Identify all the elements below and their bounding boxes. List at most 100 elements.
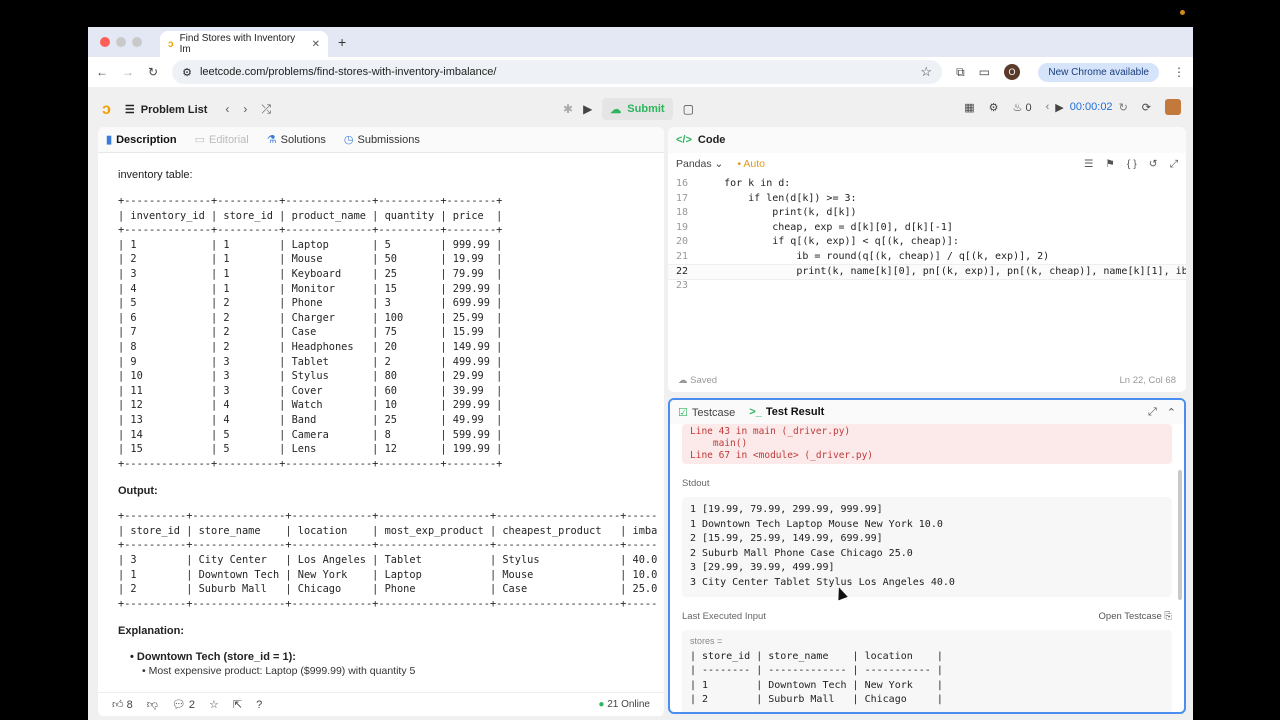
format-icon[interactable]: ☰ (1084, 158, 1093, 171)
timer-prev-icon[interactable]: ‹ (1046, 101, 1050, 113)
auto-mode[interactable]: • Auto (737, 158, 765, 170)
reload-icon[interactable]: ↻ (148, 65, 158, 79)
cursor-position: Ln 22, Col 68 (1119, 374, 1176, 386)
code-line[interactable]: 22 print(k, name[k][0], pn[(k, exp)], pn… (668, 263, 1186, 281)
code-text: if len(d[k]) >= 3: (700, 192, 857, 204)
online-count-label: 21 Online (607, 699, 650, 710)
checkbox-icon: ☑ (678, 406, 688, 419)
open-testcase-label: Open Testcase (1098, 610, 1162, 622)
tab-solutions[interactable]: ⚗ Solutions (267, 133, 326, 146)
points-count: 0 (1025, 101, 1032, 114)
code-panel: </> Code Pandas ⌄ • Auto ☰ ⚑ { } ↺ ⤢ 16 … (668, 127, 1186, 392)
back-icon[interactable]: ← (96, 65, 108, 79)
next-problem-icon[interactable]: › (243, 102, 247, 117)
code-line[interactable]: 19 cheap, exp = d[k][0], d[k][-1] (668, 221, 1186, 236)
code-line[interactable]: 20 if q[(k, exp)] < q[(k, cheap)]: (668, 235, 1186, 250)
collapse-icon[interactable]: ⌃ (1167, 406, 1176, 419)
timer[interactable]: ‹ ▶ 00:00:02 ↻ (1046, 101, 1128, 114)
new-tab-button[interactable]: + (338, 34, 346, 50)
user-avatar[interactable] (1165, 99, 1181, 115)
description-panel: ▮ Description ▭ Editorial ⚗ Solutions ◷ Subm… (98, 127, 664, 716)
maximize-window-button[interactable] (132, 37, 142, 47)
error-trace: Line 43 in main (_driver.py) main() Line… (682, 424, 1172, 464)
submit-button[interactable]: ☁ Submit (602, 98, 673, 120)
dislike-icon[interactable]: 👎︎ (147, 698, 158, 711)
comment-count: 2 (188, 699, 196, 711)
code-line[interactable]: 23 (668, 279, 1186, 294)
saved-status: ☁ Saved (678, 374, 718, 386)
code-title: Code (697, 134, 726, 146)
cast-icon[interactable]: ▭ (979, 65, 990, 79)
timer-reset-icon[interactable]: ↻ (1119, 101, 1128, 114)
streak-fire-icon[interactable]: ♨ 0 (1013, 101, 1032, 114)
left-tab-bar: ▮ Description ▭ Editorial ⚗ Solutions ◷ Subm… (98, 127, 664, 153)
line-number: 22 (675, 265, 688, 277)
tab-submissions[interactable]: ◷ Submissions (344, 133, 420, 146)
stdout-label: Stdout (682, 478, 1172, 489)
line-number: 21 (675, 250, 688, 262)
test-scrollbar[interactable] (1178, 470, 1182, 600)
close-window-button[interactable] (100, 37, 110, 47)
reset-icon[interactable]: ↺ (1149, 158, 1158, 171)
bookmark-star-icon[interactable]: ☆ (920, 64, 932, 80)
tab-testcase[interactable]: ☑ Testcase (678, 406, 735, 419)
language-label: Pandas (676, 158, 712, 170)
code-line[interactable]: 16 for k in d: (668, 177, 1186, 192)
open-testcase-button[interactable]: Open Testcase ⎘ (1099, 611, 1172, 622)
browser-tab[interactable]: ↄ Find Stores with Inventory Im ✕ (160, 31, 328, 57)
problem-list-button[interactable]: ☰ Problem List (125, 103, 208, 117)
forward-icon[interactable]: → (122, 65, 134, 79)
inventory-table-label: inventory table: (118, 169, 193, 181)
timer-play-icon[interactable]: ▶ (1055, 101, 1063, 114)
last-input-label: Last Executed Input (682, 610, 766, 622)
notes-icon[interactable]: ▢ (683, 102, 694, 116)
code-text: cheap, exp = d[k][0], d[k][-1] (700, 221, 953, 233)
terminal-icon: >_ (749, 406, 762, 418)
line-number: 23 (675, 280, 688, 292)
prev-problem-icon[interactable]: ‹ (225, 102, 229, 117)
like-button[interactable]: 👍︎ 8 (112, 698, 133, 711)
test-header: ☑ Testcase >_ Test Result ⤢ ⌃ (670, 400, 1184, 424)
flask-icon: ⚗ (266, 134, 277, 146)
braces-icon[interactable]: { } (1127, 158, 1137, 171)
site-info-icon[interactable]: ⚙ (182, 66, 192, 79)
fullscreen-icon[interactable]: ⤢ (1170, 158, 1178, 171)
explanation-subbullet-text: Most expensive product: Laptop ($999.99)… (148, 665, 416, 678)
layout-icon[interactable]: ▦ (964, 101, 974, 114)
extensions-icon[interactable]: ⧉ (956, 65, 965, 80)
profile-avatar[interactable]: O (1003, 64, 1020, 80)
comments-button[interactable]: 💬︎ 2 (172, 698, 195, 711)
omnibox[interactable]: ⚙ leetcode.com/problems/find-stores-with… (172, 60, 943, 84)
settings-gear-icon[interactable]: ⚙ (989, 101, 999, 114)
leetcode-logo-icon[interactable]: ↄ (102, 101, 111, 119)
share-icon[interactable]: ⇱ (233, 698, 242, 711)
close-tab-icon[interactable]: ✕ (312, 39, 320, 50)
chrome-menu-icon[interactable]: ⋮ (1173, 65, 1185, 79)
code-line[interactable]: 18 print(k, d[k]) (668, 206, 1186, 221)
tab-test-result[interactable]: >_ Test Result (749, 406, 824, 418)
minimize-window-button[interactable] (116, 37, 126, 47)
editorial-icon: ▭ (194, 134, 205, 146)
bookmark-icon[interactable]: ⚑ (1105, 158, 1114, 171)
premium-icon[interactable]: ⟳ (1142, 101, 1151, 114)
run-button[interactable]: ▶ (583, 102, 592, 116)
shuffle-icon[interactable]: ⤮ (261, 102, 271, 117)
tab-editorial-label: Editorial (208, 134, 249, 146)
code-line[interactable]: 21 ib = round(q[(k, cheap)] / q[(k, exp)… (668, 250, 1186, 265)
code-line[interactable]: 17 if len(d[k]) >= 3: (668, 192, 1186, 207)
help-icon[interactable]: ? (256, 699, 262, 711)
inventory-table: +--------------+----------+-------------… (118, 195, 503, 470)
code-editor[interactable]: 16 for k in d: 17 if len(d[k]) >= 3: 18 pr… (668, 177, 1186, 367)
tab-test-result-label: Test Result (765, 406, 825, 418)
tab-description-label: Description (116, 134, 177, 146)
new-chrome-button[interactable]: New Chrome available (1038, 62, 1159, 82)
tab-description[interactable]: ▮ Description (106, 133, 177, 146)
explanation-label: Explanation: (118, 625, 185, 638)
language-select[interactable]: Pandas ⌄ (676, 158, 723, 170)
favorite-star-icon[interactable]: ☆ (209, 698, 219, 711)
explanation-bullet-text: Downtown Tech (store_id = 1): (136, 651, 296, 664)
history-icon: ◷ (343, 134, 354, 146)
debug-icon[interactable]: ✱ (563, 102, 573, 116)
expand-icon[interactable]: ⤢ (1148, 406, 1157, 419)
tab-editorial[interactable]: ▭ Editorial (195, 133, 249, 146)
